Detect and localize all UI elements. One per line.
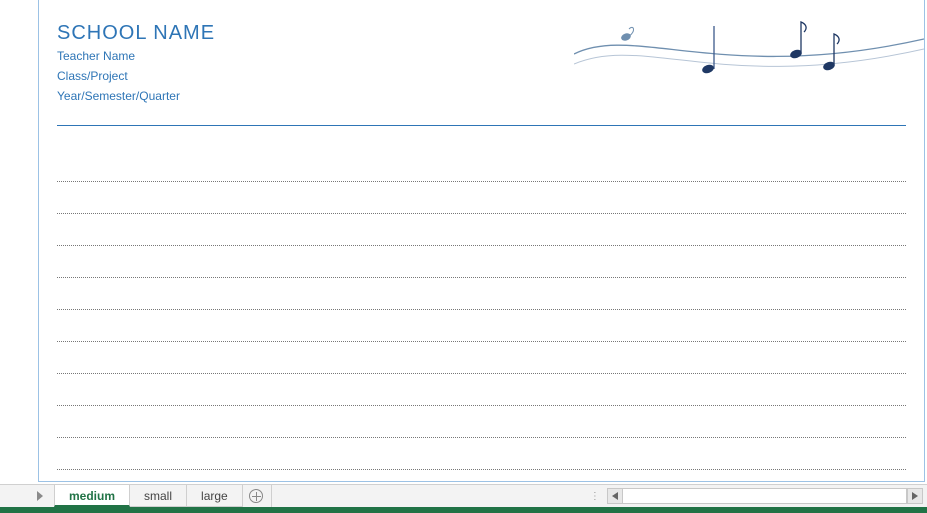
plus-icon (249, 489, 263, 503)
sheet-tab-small[interactable]: small (129, 485, 187, 507)
writing-line (57, 246, 906, 278)
writing-line (57, 214, 906, 246)
tab-scroll-splitter[interactable]: ⋮ (587, 485, 603, 507)
template-header: SCHOOL NAME Teacher Name Class/Project Y… (39, 0, 924, 115)
writing-line (57, 278, 906, 310)
writing-line (57, 342, 906, 374)
header-divider (57, 125, 906, 126)
scroll-track[interactable] (623, 488, 907, 504)
scroll-right-button[interactable] (907, 488, 923, 504)
class-project: Class/Project (57, 67, 924, 85)
sheet-tab-bar: mediumsmalllarge ⋮ (0, 484, 927, 507)
sheet-nav-buttons[interactable] (0, 485, 54, 507)
sheet-nav-next-icon (36, 491, 44, 501)
sheet-tabs: mediumsmalllarge (54, 485, 242, 507)
writing-line (57, 150, 906, 182)
writing-line (57, 406, 906, 438)
chevron-left-icon (612, 492, 618, 500)
app-viewport: SCHOOL NAME Teacher Name Class/Project Y… (0, 0, 927, 513)
teacher-name: Teacher Name (57, 47, 924, 65)
writing-line (57, 438, 906, 470)
term: Year/Semester/Quarter (57, 87, 924, 105)
writing-line (57, 182, 906, 214)
sheet-tab-medium[interactable]: medium (54, 485, 130, 507)
school-name: SCHOOL NAME (57, 22, 924, 45)
chevron-right-icon (912, 492, 918, 500)
scroll-left-button[interactable] (607, 488, 623, 504)
new-sheet-button[interactable] (242, 485, 272, 507)
writing-lines (57, 150, 906, 470)
scroll-thumb[interactable] (623, 489, 907, 503)
horizontal-scrollbar[interactable] (603, 485, 927, 507)
writing-line (57, 374, 906, 406)
worksheet-page: SCHOOL NAME Teacher Name Class/Project Y… (38, 0, 925, 482)
sheet-tab-large[interactable]: large (186, 485, 243, 507)
status-bar (0, 507, 927, 513)
writing-line (57, 310, 906, 342)
